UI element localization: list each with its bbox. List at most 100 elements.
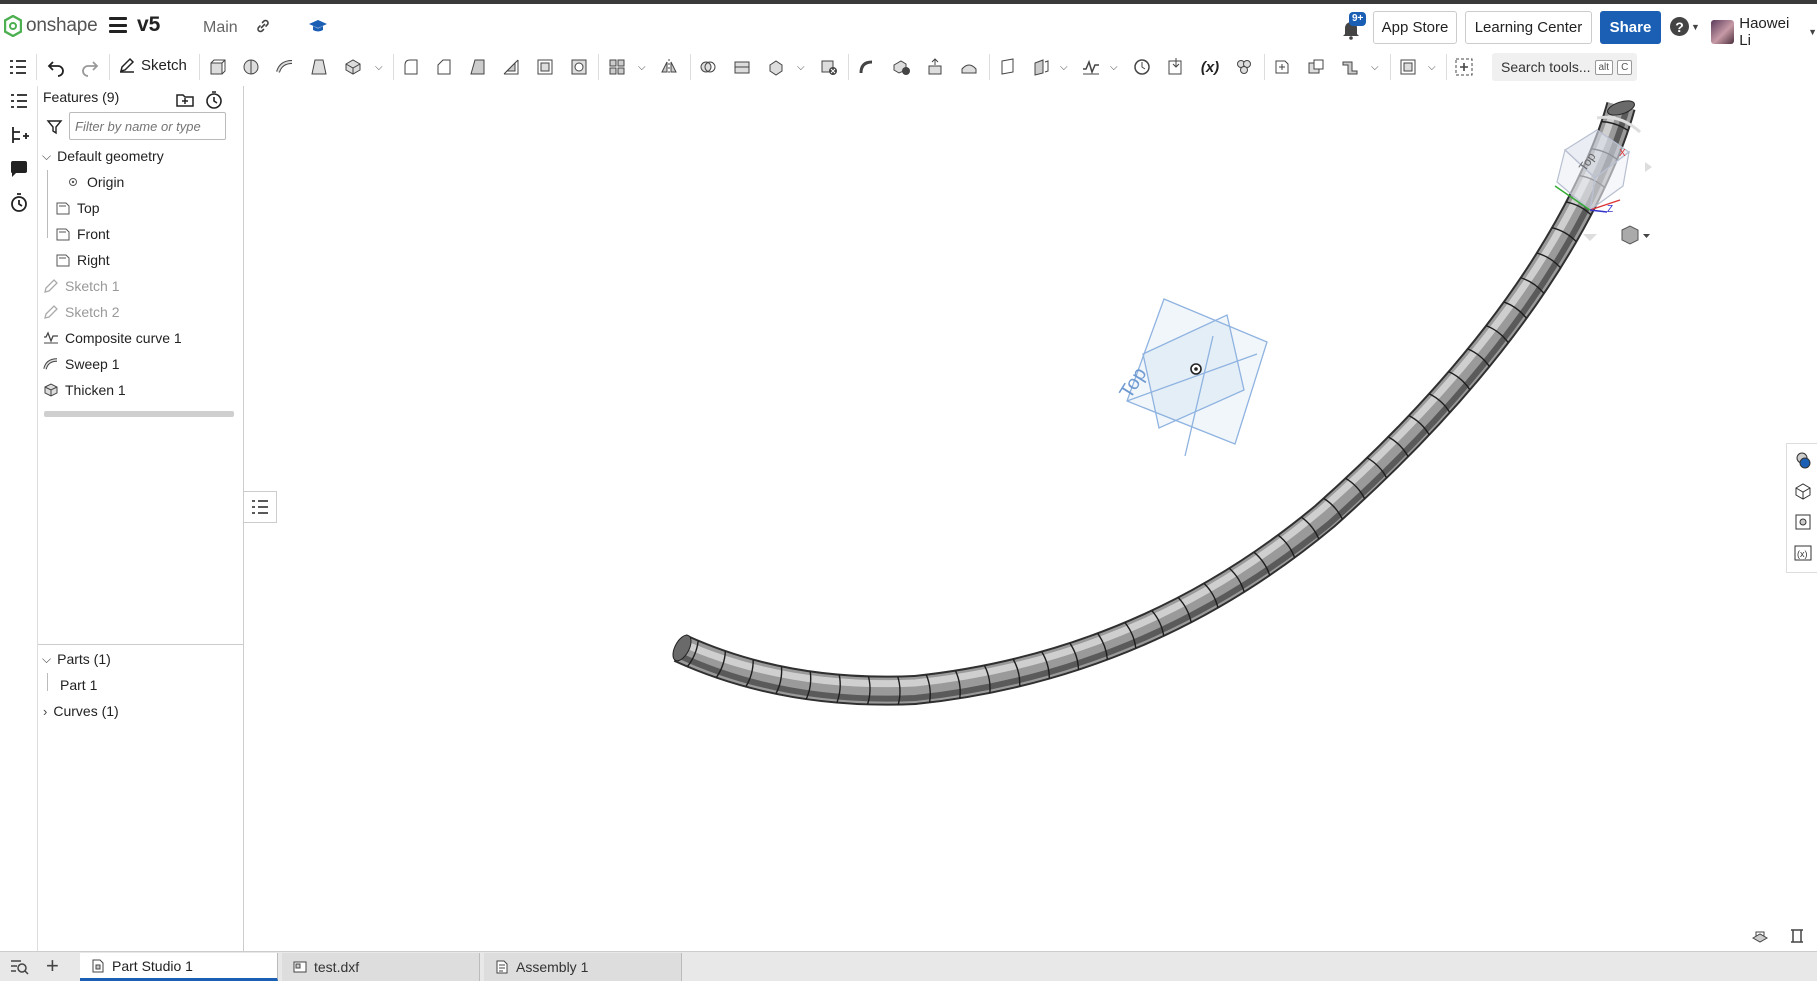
sheet-metal-icon[interactable] — [1339, 56, 1361, 78]
chevron-down-icon[interactable]: ⌵ — [375, 62, 383, 73]
variables-panel-icon[interactable]: (x) — [1793, 543, 1813, 563]
split-icon[interactable] — [731, 56, 753, 78]
shell-icon[interactable] — [534, 56, 556, 78]
chevron-down-icon[interactable]: ⌵ — [1428, 62, 1436, 73]
tree-item-sweep[interactable]: Sweep 1 — [43, 356, 119, 372]
tab-search-icon[interactable] — [9, 958, 29, 976]
tree-item-composite-curve[interactable]: Composite curve 1 — [43, 330, 182, 346]
mirror-icon[interactable] — [658, 56, 680, 78]
sweep-icon[interactable] — [274, 56, 296, 78]
menu-icon[interactable] — [109, 17, 127, 33]
tree-item-front-plane[interactable]: Front — [55, 226, 110, 242]
filter-input[interactable] — [69, 112, 226, 140]
transform-icon[interactable] — [765, 56, 787, 78]
curves-folder[interactable]: › Curves (1) — [43, 703, 119, 719]
chevron-down-icon: ⌵ — [42, 148, 52, 163]
tab-assembly-1[interactable]: Assembly 1 — [484, 953, 682, 981]
learning-center-button[interactable]: Learning Center — [1465, 11, 1592, 44]
tree-item-origin[interactable]: Origin — [65, 174, 124, 190]
view-cube-menu[interactable] — [1621, 225, 1650, 245]
user-name: Haowei Li — [1739, 15, 1790, 49]
filter-icon[interactable] — [46, 118, 63, 135]
delete-part-icon[interactable] — [818, 56, 840, 78]
wrap-icon[interactable] — [1305, 56, 1327, 78]
appearance-icon[interactable] — [1793, 450, 1813, 470]
sketch-button[interactable]: Sketch — [118, 56, 187, 74]
plane-icon[interactable] — [996, 56, 1018, 78]
branch-name[interactable]: Main — [203, 19, 238, 37]
tree-item-top-plane[interactable]: Top — [55, 200, 100, 216]
replace-face-icon[interactable] — [958, 56, 980, 78]
panel-divider[interactable] — [38, 644, 243, 645]
thicken-icon[interactable] — [342, 56, 364, 78]
tree-item-right-plane[interactable]: Right — [55, 252, 110, 268]
onshape-logo[interactable]: onshape — [4, 15, 98, 37]
measure-icon[interactable] — [1131, 56, 1153, 78]
add-folder-icon[interactable] — [175, 90, 195, 110]
modify-fillet-icon[interactable] — [856, 56, 878, 78]
undo-icon[interactable] — [45, 56, 67, 78]
feature-list-icon[interactable] — [8, 90, 30, 112]
chevron-down-icon[interactable]: ⌵ — [1371, 62, 1379, 73]
move-face-icon[interactable] — [924, 56, 946, 78]
user-menu[interactable]: Haowei Li ▼ — [1711, 15, 1817, 49]
app-store-button[interactable]: App Store — [1373, 11, 1457, 44]
top-plane-widget[interactable]: Top — [1103, 298, 1268, 457]
add-tab-button[interactable]: + — [46, 955, 59, 977]
parts-folder[interactable]: ⌵ Parts (1) — [42, 651, 111, 667]
boolean-icon[interactable] — [697, 56, 719, 78]
rollback-bar[interactable] — [44, 411, 234, 417]
variable-icon[interactable]: (x) — [1199, 56, 1221, 78]
fillet-icon[interactable] — [400, 56, 422, 78]
plane-icon — [56, 254, 70, 267]
redo-icon[interactable] — [79, 56, 101, 78]
display-states-icon[interactable] — [1788, 928, 1806, 944]
help-menu[interactable]: ? ▼ — [1670, 17, 1700, 36]
loft-icon[interactable] — [308, 56, 330, 78]
extrude-icon[interactable] — [206, 56, 228, 78]
frame-icon[interactable] — [1397, 56, 1419, 78]
feature-list-toggle-icon[interactable] — [7, 56, 29, 78]
chevron-down-icon[interactable]: ⌵ — [797, 62, 805, 73]
tree-item-part-1[interactable]: Part 1 — [60, 677, 97, 693]
tab-part-studio-1[interactable]: Part Studio 1 — [80, 953, 278, 981]
chevron-down-icon[interactable]: ⌵ — [1060, 62, 1068, 73]
rib-icon[interactable] — [500, 56, 522, 78]
comments-icon[interactable] — [8, 158, 30, 180]
axis-x-label: X — [1619, 148, 1626, 159]
graphics-viewport[interactable]: Top Top X Z (x) — [245, 86, 1817, 951]
hole-icon[interactable] — [568, 56, 590, 78]
rollback-timer-icon[interactable] — [204, 90, 224, 110]
link-icon[interactable] — [255, 18, 271, 34]
chevron-down-icon[interactable]: ⌵ — [1110, 62, 1118, 73]
mate-connector-icon[interactable] — [1030, 56, 1052, 78]
section-view-icon[interactable] — [1751, 928, 1769, 944]
import-icon[interactable] — [1165, 56, 1187, 78]
history-icon[interactable] — [8, 192, 30, 214]
default-geometry-folder[interactable]: ⌵ Default geometry — [42, 148, 164, 164]
configuration-icon[interactable] — [1233, 56, 1255, 78]
share-button[interactable]: Share — [1600, 11, 1661, 44]
revolve-icon[interactable] — [240, 56, 262, 78]
tab-test-dxf[interactable]: test.dxf — [282, 953, 480, 981]
model-canvas[interactable]: Top Top X Z — [245, 86, 1817, 951]
instances-icon[interactable] — [8, 124, 30, 146]
derived-icon[interactable] — [1271, 56, 1293, 78]
add-custom-feature-icon[interactable] — [1453, 56, 1475, 78]
draft-icon[interactable] — [467, 56, 489, 78]
configuration-panel-icon[interactable] — [1793, 512, 1813, 532]
tree-item-thicken[interactable]: Thicken 1 — [43, 382, 126, 398]
delete-face-icon[interactable] — [890, 56, 912, 78]
tab-label: test.dxf — [314, 959, 360, 975]
mass-properties-icon[interactable] — [1793, 481, 1813, 501]
search-tools-input[interactable]: Search tools... alt C — [1492, 53, 1637, 81]
curve-icon[interactable] — [1080, 56, 1102, 78]
chamfer-icon[interactable] — [433, 56, 455, 78]
pattern-icon[interactable] — [606, 56, 628, 78]
tree-item-sketch-2[interactable]: Sketch 2 — [43, 304, 119, 320]
thicken-icon — [44, 383, 58, 397]
tree-item-sketch-1[interactable]: Sketch 1 — [43, 278, 119, 294]
learning-cap-icon[interactable] — [308, 18, 328, 34]
chevron-down-icon[interactable]: ⌵ — [638, 62, 646, 73]
document-name[interactable]: v5 — [137, 13, 160, 37]
